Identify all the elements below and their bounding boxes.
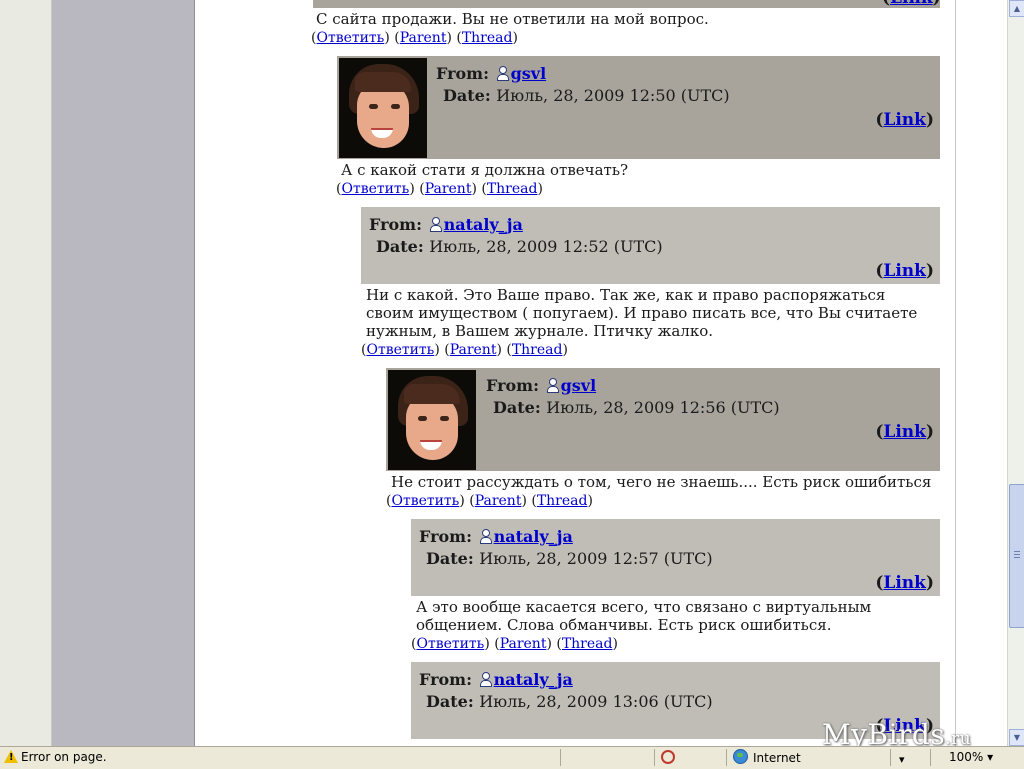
privacy-blocked-icon	[661, 750, 675, 764]
comment-text: Ни с какой. Это Ваше право. Так же, как …	[366, 286, 918, 340]
from-line: From: nataly_ja	[419, 527, 573, 546]
comment-header: From: nataly_ja Date: Июль, 28, 2009 12:…	[411, 519, 940, 596]
comment-header: From: nataly_ja Date: Июль, 28, 2009 12:…	[361, 207, 940, 284]
parent-link[interactable]: Parent	[500, 636, 547, 652]
from-line: From: nataly_ja	[419, 670, 573, 689]
parent-link[interactable]: Parent	[475, 493, 522, 509]
thread-link[interactable]: Thread	[487, 181, 538, 197]
vertical-scrollbar[interactable]: ▲ ▼	[1007, 0, 1024, 746]
scroll-down-arrow-icon[interactable]: ▼	[1009, 729, 1024, 746]
comment-actions: (Ответить) (Parent) (Thread)	[361, 342, 568, 358]
user-icon[interactable]	[478, 672, 492, 687]
reply-link[interactable]: Ответить	[341, 181, 409, 197]
parent-link[interactable]: Parent	[425, 181, 472, 197]
date-line: Date: Июль, 28, 2009 12:50 (UTC)	[443, 86, 730, 105]
user-icon[interactable]	[545, 378, 559, 393]
scrollbar-thumb[interactable]	[1009, 484, 1024, 628]
username-link[interactable]: nataly_ja	[494, 527, 573, 546]
thread-link[interactable]: Thread	[462, 30, 513, 46]
right-page-margin	[955, 0, 1008, 746]
comment-actions: (Ответить) (Parent) (Thread)	[411, 636, 618, 652]
thread-link[interactable]: Thread	[562, 636, 613, 652]
username-link[interactable]: nataly_ja	[444, 215, 523, 234]
partial-comment-header	[313, 0, 940, 8]
link-button[interactable]: (Link)	[875, 110, 934, 130]
left-page-margin	[0, 0, 52, 746]
chevron-down-icon: ▾	[987, 750, 994, 764]
comment-actions: (Ответить) (Parent) (Thread)	[386, 493, 593, 509]
user-icon[interactable]	[478, 529, 492, 544]
from-line: From: gsvl	[436, 64, 547, 83]
date-line: Date: Июль, 28, 2009 13:06 (UTC)	[426, 692, 713, 711]
scroll-up-arrow-icon[interactable]: ▲	[1009, 0, 1024, 17]
from-line: From: gsvl	[486, 376, 597, 395]
comment-text: А это вообще касается всего, что связано…	[416, 598, 872, 634]
reply-link[interactable]: Ответить	[366, 342, 434, 358]
comment-text: А с какой стати я должна отвечать?	[341, 161, 629, 179]
comment-actions-top: (Ответить) (Parent) (Thread)	[311, 30, 518, 46]
date-line: Date: Июль, 28, 2009 12:56 (UTC)	[493, 398, 780, 417]
link-button[interactable]: (Link)	[875, 261, 934, 281]
comment-header: From: gsvl Date: Июль, 28, 2009 12:56 (U…	[386, 368, 940, 471]
date-line: Date: Июль, 28, 2009 12:52 (UTC)	[376, 237, 663, 256]
username-link[interactable]: gsvl	[511, 64, 547, 83]
user-icon[interactable]	[495, 66, 509, 81]
reply-link[interactable]: Ответить	[391, 493, 459, 509]
status-bar: ! Error on page. Internet ▾ 100% ▾	[0, 746, 1024, 769]
comment-header: From: gsvl Date: Июль, 28, 2009 12:50 (U…	[337, 56, 940, 159]
status-message[interactable]: Error on page.	[21, 750, 107, 764]
username-link[interactable]: gsvl	[561, 376, 597, 395]
zoom-control[interactable]: 100% ▾	[930, 749, 1006, 766]
thread-link[interactable]: Thread	[512, 342, 563, 358]
date-line: Date: Июль, 28, 2009 12:57 (UTC)	[426, 549, 713, 568]
lock-icon: ▾	[899, 753, 905, 766]
link-button[interactable]: (Link)	[875, 573, 934, 593]
comment-text-top: С сайта продажи. Вы не ответили на мой в…	[316, 10, 709, 28]
left-sidebar-column	[52, 0, 195, 746]
comment-actions: (Ответить) (Parent) (Thread)	[336, 181, 543, 197]
user-icon[interactable]	[428, 217, 442, 232]
reply-link[interactable]: Ответить	[416, 636, 484, 652]
link-button[interactable]: (Link)	[875, 422, 934, 442]
from-line: From: nataly_ja	[369, 215, 523, 234]
privacy-segment[interactable]	[654, 749, 727, 766]
parent-link[interactable]: Parent	[450, 342, 497, 358]
security-zone[interactable]: Internet	[726, 749, 897, 766]
zoom-level: 100%	[949, 750, 984, 764]
comment-text: Не стоит рассуждать о том, чего не знаеш…	[391, 473, 932, 491]
username-link[interactable]: nataly_ja	[494, 670, 573, 689]
zone-label: Internet	[753, 751, 801, 765]
avatar[interactable]	[388, 370, 476, 470]
protected-mode-segment[interactable]: ▾	[890, 749, 931, 766]
warning-icon[interactable]: !	[4, 750, 18, 763]
avatar[interactable]	[339, 58, 427, 158]
thread-link[interactable]: Thread	[537, 493, 588, 509]
link-partial[interactable]: (Link)	[882, 0, 941, 8]
parent-link[interactable]: Parent	[400, 30, 447, 46]
globe-icon	[733, 749, 748, 764]
reply-link[interactable]: Ответить	[316, 30, 384, 46]
